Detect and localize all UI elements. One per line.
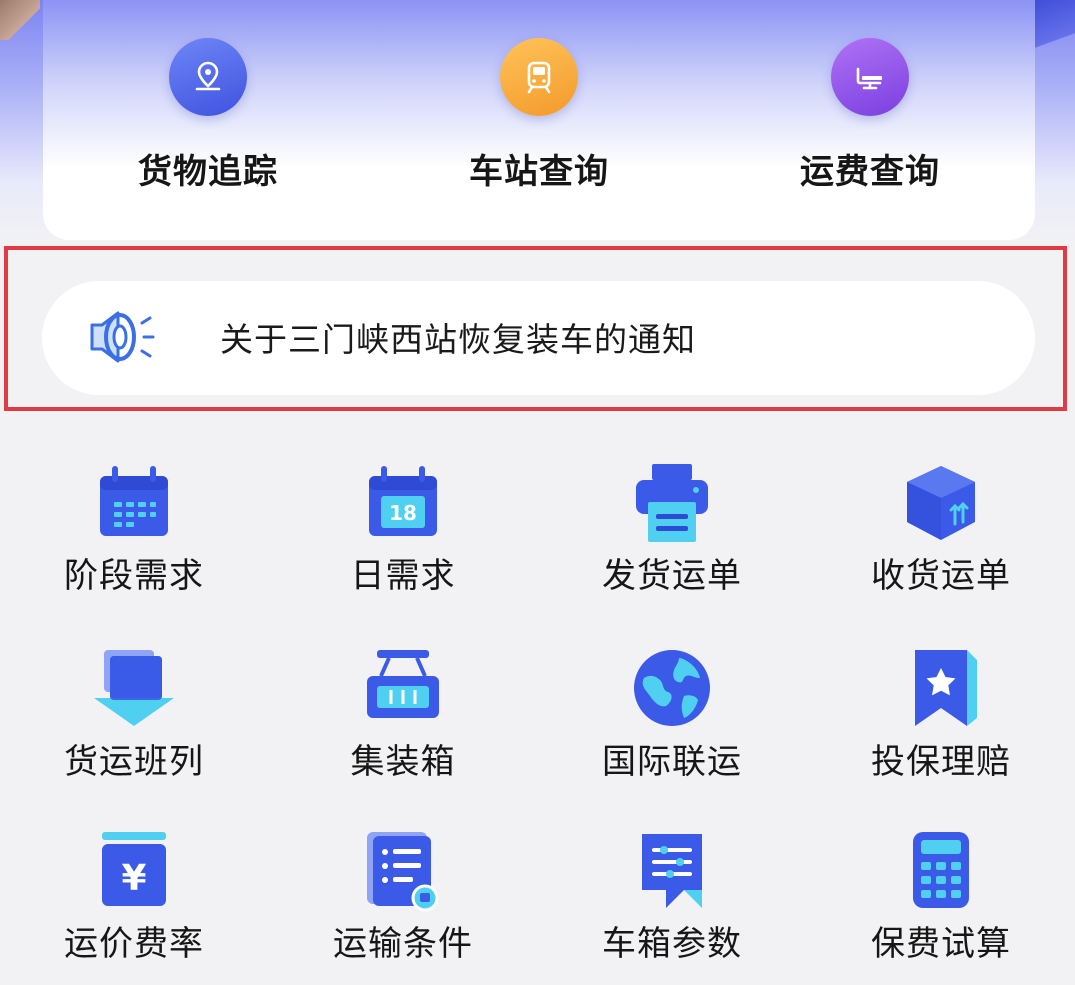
- grid-item-label: 日需求: [350, 556, 456, 596]
- grid-item-label: 阶段需求: [64, 556, 204, 596]
- quick-action-label: 车站查询: [469, 152, 609, 192]
- banner-edge-right: [1035, 0, 1075, 80]
- grid-item-receiving-waybill[interactable]: 收货运单: [831, 462, 1051, 597]
- grid-item-container[interactable]: 集装箱: [293, 648, 513, 783]
- grid-item-label: 保费试算: [871, 924, 1011, 964]
- grid-item-transport-conditions[interactable]: 运输条件: [293, 830, 513, 965]
- package-icon: [899, 462, 983, 546]
- grid-item-daily-demand[interactable]: 18 日需求: [293, 462, 513, 597]
- grid-item-stage-demand[interactable]: 阶段需求: [24, 462, 244, 597]
- container-icon: [361, 648, 445, 732]
- calculator-icon: [899, 830, 983, 914]
- svg-text:¥: ¥: [121, 858, 146, 899]
- grid-item-label: 发货运单: [602, 556, 742, 596]
- speaker-icon: [82, 297, 162, 377]
- grid-item-label: 运输条件: [333, 924, 473, 964]
- banner-edge-left: [0, 0, 40, 40]
- grid-item-label: 货运班列: [64, 742, 204, 782]
- grid-item-carriage-parameters[interactable]: 车箱参数: [562, 830, 782, 965]
- grid-item-freight-train[interactable]: 货运班列: [24, 648, 244, 783]
- grid-item-shipping-waybill[interactable]: 发货运单: [562, 462, 782, 597]
- quick-action-station-query[interactable]: 车站查询: [429, 38, 649, 193]
- grid-item-insurance-claims[interactable]: 投保理赔: [831, 648, 1051, 783]
- chat-document-icon: [630, 830, 714, 914]
- list-document-icon: [361, 830, 445, 914]
- stack-down-icon: [92, 648, 176, 732]
- grid-item-label: 收货运单: [871, 556, 1011, 596]
- grid-item-international-transport[interactable]: 国际联运: [562, 648, 782, 783]
- calendar-day-icon: 18: [361, 462, 445, 546]
- notice-text[interactable]: 关于三门峡西站恢复装车的通知: [220, 313, 696, 361]
- grid-item-label: 运价费率: [64, 924, 204, 964]
- yen-icon: ¥: [92, 830, 176, 914]
- grid-item-freight-rates[interactable]: ¥ 运价费率: [24, 830, 244, 965]
- grid-item-label: 投保理赔: [871, 742, 1011, 782]
- calendar-icon: [92, 462, 176, 546]
- calendar-day-number: 18: [389, 501, 417, 525]
- quick-action-label: 运费查询: [800, 152, 940, 192]
- monitor-icon: [831, 38, 909, 116]
- location-pin-icon: [169, 38, 247, 116]
- globe-icon: [630, 648, 714, 732]
- star-bookmark-icon: [899, 648, 983, 732]
- quick-action-cargo-tracking[interactable]: 货物追踪: [98, 38, 318, 193]
- quick-action-label: 货物追踪: [138, 152, 278, 192]
- train-icon: [500, 38, 578, 116]
- quick-actions-card: 货物追踪 车站查询 运费查询: [43, 0, 1035, 240]
- printer-icon: [630, 462, 714, 546]
- grid-item-label: 车箱参数: [602, 924, 742, 964]
- grid-item-label: 集装箱: [350, 742, 456, 782]
- grid-item-label: 国际联运: [602, 742, 742, 782]
- quick-action-freight-query[interactable]: 运费查询: [760, 38, 980, 193]
- grid-item-premium-calculator[interactable]: 保费试算: [831, 830, 1051, 965]
